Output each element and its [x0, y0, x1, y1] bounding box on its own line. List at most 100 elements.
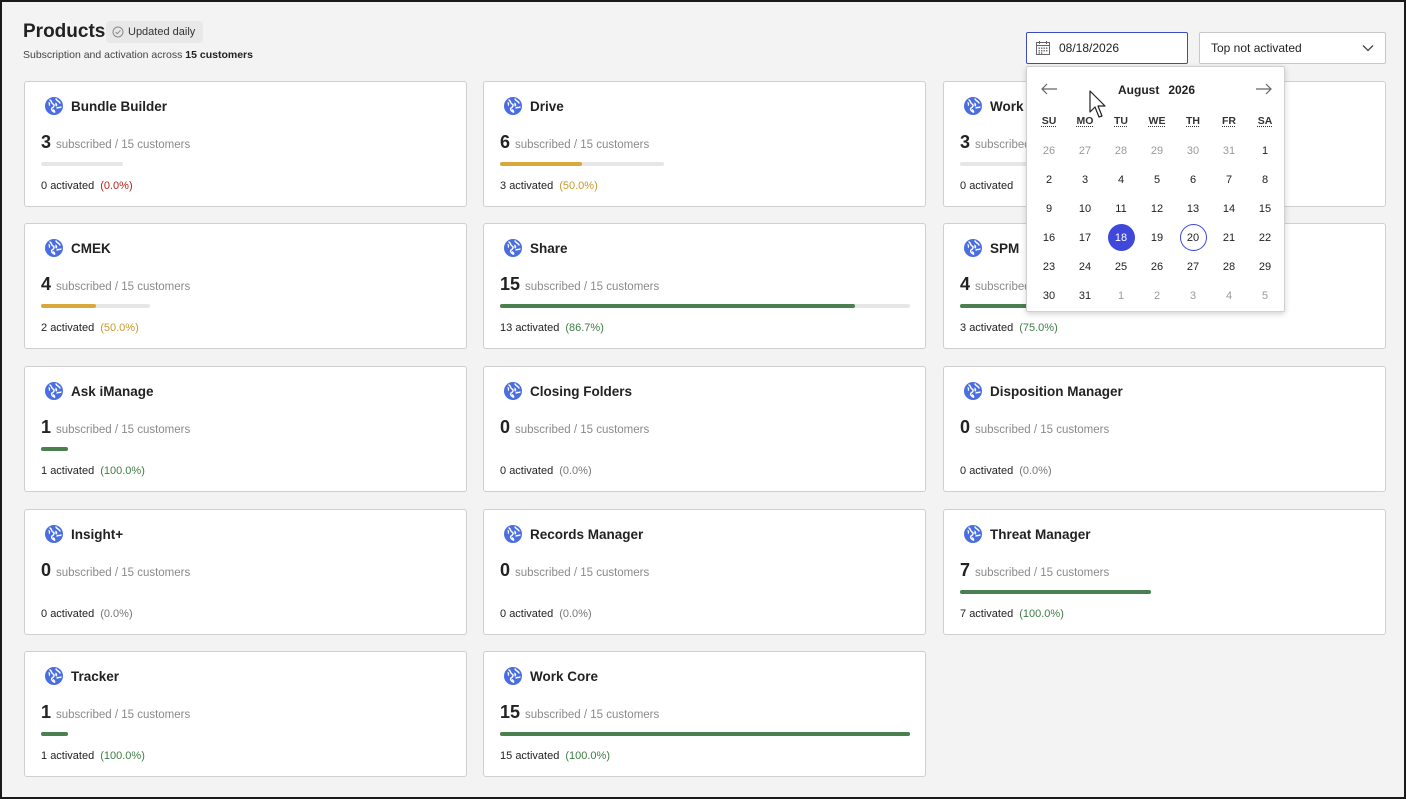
calendar-day-number[interactable]: 28: [1115, 145, 1127, 157]
calendar-year[interactable]: 2026: [1168, 83, 1195, 97]
calendar-day[interactable]: 31: [1211, 136, 1247, 165]
calendar-day-number[interactable]: 4: [1226, 290, 1232, 302]
calendar-day-number[interactable]: 2: [1154, 290, 1160, 302]
calendar-day[interactable]: 9: [1031, 194, 1067, 223]
calendar-day[interactable]: 19: [1139, 223, 1175, 252]
calendar-day-number[interactable]: 3: [1082, 174, 1088, 186]
calendar-day-number[interactable]: 9: [1046, 203, 1052, 215]
product-card[interactable]: Bundle Builder 3 subscribed / 15 custome…: [24, 81, 467, 207]
product-card[interactable]: Tracker 1 subscribed / 15 customers 1 ac…: [24, 651, 467, 777]
calendar-day-number[interactable]: 1: [1262, 145, 1268, 157]
calendar-day[interactable]: 27: [1175, 252, 1211, 281]
next-month-button[interactable]: [1252, 81, 1274, 101]
calendar-day[interactable]: 15: [1247, 194, 1283, 223]
product-card[interactable]: Drive 6 subscribed / 15 customers 3 acti…: [483, 81, 926, 207]
calendar-day-number[interactable]: 19: [1151, 232, 1163, 244]
calendar-day[interactable]: 12: [1139, 194, 1175, 223]
calendar-day[interactable]: 1: [1103, 281, 1139, 310]
calendar-day[interactable]: 25: [1103, 252, 1139, 281]
calendar-day[interactable]: 27: [1067, 136, 1103, 165]
calendar-day[interactable]: 29: [1139, 136, 1175, 165]
product-card[interactable]: Disposition Manager 0 subscribed / 15 cu…: [943, 366, 1386, 492]
calendar-day-number[interactable]: 17: [1079, 232, 1091, 244]
calendar-day-number[interactable]: 21: [1223, 232, 1235, 244]
calendar-day-number[interactable]: 29: [1259, 261, 1271, 273]
calendar-day-number[interactable]: 11: [1115, 203, 1126, 215]
calendar-day-number[interactable]: 30: [1187, 145, 1199, 157]
arrow-right-icon[interactable]: [1254, 82, 1274, 96]
calendar-day-number[interactable]: 10: [1079, 203, 1091, 215]
calendar-day-number[interactable]: 5: [1262, 290, 1268, 302]
calendar-day[interactable]: 21: [1211, 223, 1247, 252]
calendar-month[interactable]: August: [1118, 83, 1159, 97]
calendar-day[interactable]: 10: [1067, 194, 1103, 223]
calendar-day[interactable]: 11: [1103, 194, 1139, 223]
calendar-day-number[interactable]: 30: [1043, 290, 1055, 302]
calendar-day-number[interactable]: 23: [1043, 261, 1055, 273]
calendar-day[interactable]: 1: [1247, 136, 1283, 165]
calendar-day[interactable]: 4: [1211, 281, 1247, 310]
arrow-left-icon[interactable]: [1039, 82, 1059, 96]
calendar-day-number[interactable]: 27: [1079, 145, 1091, 157]
calendar-day[interactable]: 2: [1031, 165, 1067, 194]
calendar-day-number[interactable]: 12: [1151, 203, 1163, 215]
calendar-day[interactable]: 16: [1031, 223, 1067, 252]
calendar-day-number[interactable]: 13: [1187, 203, 1199, 215]
calendar-day-number[interactable]: 31: [1079, 290, 1091, 302]
calendar-day-number[interactable]: 22: [1259, 232, 1271, 244]
calendar-day-number[interactable]: 6: [1190, 174, 1196, 186]
calendar-day-number[interactable]: 1: [1118, 290, 1124, 302]
calendar-day-number[interactable]: 3: [1190, 290, 1196, 302]
calendar-day[interactable]: 14: [1211, 194, 1247, 223]
calendar-day-number[interactable]: 29: [1151, 145, 1163, 157]
calendar-day[interactable]: 26: [1031, 136, 1067, 165]
calendar-day-number[interactable]: 2: [1046, 174, 1052, 186]
calendar-day-number[interactable]: 8: [1262, 174, 1268, 186]
calendar-day-number[interactable]: 5: [1154, 174, 1160, 186]
calendar-day[interactable]: 31: [1067, 281, 1103, 310]
previous-month-button[interactable]: [1039, 81, 1061, 101]
calendar-day-number[interactable]: 15: [1259, 203, 1271, 215]
date-value[interactable]: 08/18/2026: [1059, 41, 1119, 55]
product-card[interactable]: Insight+ 0 subscribed / 15 customers 0 a…: [24, 509, 467, 635]
product-card[interactable]: Work Core 15 subscribed / 15 customers 1…: [483, 651, 926, 777]
calendar-day[interactable]: 26: [1139, 252, 1175, 281]
calendar-day[interactable]: 3: [1175, 281, 1211, 310]
calendar-day-selected[interactable]: 18: [1103, 223, 1139, 252]
calendar-day-number[interactable]: 26: [1043, 145, 1055, 157]
calendar-day[interactable]: 30: [1031, 281, 1067, 310]
calendar-day[interactable]: 24: [1067, 252, 1103, 281]
calendar-day-number[interactable]: 16: [1043, 232, 1055, 244]
calendar-day[interactable]: 8: [1247, 165, 1283, 194]
calendar-day[interactable]: 22: [1247, 223, 1283, 252]
calendar-day[interactable]: 3: [1067, 165, 1103, 194]
calendar-day[interactable]: 23: [1031, 252, 1067, 281]
calendar-day-number[interactable]: 28: [1223, 261, 1235, 273]
product-card[interactable]: Records Manager 0 subscribed / 15 custom…: [483, 509, 926, 635]
calendar-day-number[interactable]: 18: [1107, 224, 1135, 251]
calendar-day[interactable]: 28: [1211, 252, 1247, 281]
calendar-day[interactable]: 28: [1103, 136, 1139, 165]
calendar-day[interactable]: 4: [1103, 165, 1139, 194]
calendar-day[interactable]: 30: [1175, 136, 1211, 165]
calendar-day[interactable]: 5: [1247, 281, 1283, 310]
calendar-day-number[interactable]: 20: [1179, 224, 1207, 251]
calendar-day[interactable]: 13: [1175, 194, 1211, 223]
calendar-icon[interactable]: [1035, 40, 1051, 56]
calendar-day[interactable]: 29: [1247, 252, 1283, 281]
calendar-day[interactable]: 2: [1139, 281, 1175, 310]
calendar-day-number[interactable]: 24: [1079, 261, 1091, 273]
calendar-day-number[interactable]: 26: [1151, 261, 1163, 273]
calendar-day-number[interactable]: 31: [1223, 145, 1235, 157]
calendar-day-number[interactable]: 4: [1118, 174, 1124, 186]
chevron-down-icon[interactable]: [1361, 41, 1375, 55]
calendar-day[interactable]: 7: [1211, 165, 1247, 194]
calendar-day[interactable]: 6: [1175, 165, 1211, 194]
calendar-day[interactable]: 5: [1139, 165, 1175, 194]
calendar-day-number[interactable]: 14: [1223, 203, 1235, 215]
calendar-day-today[interactable]: 20: [1175, 223, 1211, 252]
calendar-day-number[interactable]: 7: [1226, 174, 1232, 186]
calendar-day-number[interactable]: 27: [1187, 261, 1199, 273]
sort-dropdown-value[interactable]: Top not activated: [1211, 41, 1302, 55]
product-card[interactable]: Ask iManage 1 subscribed / 15 customers …: [24, 366, 467, 492]
